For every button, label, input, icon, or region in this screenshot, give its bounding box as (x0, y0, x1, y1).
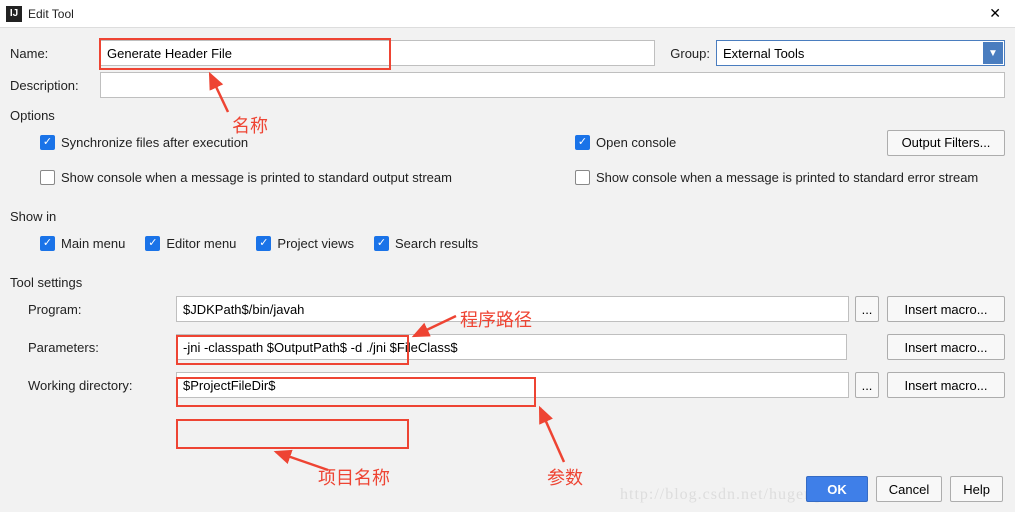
workdir-browse-button[interactable]: ... (855, 372, 879, 398)
program-insert-macro-button[interactable]: Insert macro... (887, 296, 1005, 322)
app-icon: IJ (6, 6, 22, 22)
editor-menu-label: Editor menu (166, 236, 236, 251)
main-menu-label: Main menu (61, 236, 125, 251)
name-input[interactable] (100, 40, 655, 66)
parameters-input[interactable] (176, 334, 847, 360)
tool-settings-title: Tool settings (10, 275, 1005, 290)
project-views-label: Project views (277, 236, 354, 251)
stderr-checkbox[interactable] (575, 170, 590, 185)
group-select[interactable] (716, 40, 1005, 66)
sync-checkbox[interactable] (40, 135, 55, 150)
stdout-checkbox[interactable] (40, 170, 55, 185)
workdir-insert-macro-button[interactable]: Insert macro... (887, 372, 1005, 398)
workdir-label: Working directory: (28, 378, 176, 393)
project-views-checkbox[interactable] (256, 236, 271, 251)
close-icon[interactable]: ✕ (981, 5, 1009, 22)
workdir-input[interactable] (176, 372, 849, 398)
cancel-button[interactable]: Cancel (876, 476, 942, 502)
stderr-label: Show console when a message is printed t… (596, 170, 978, 185)
main-menu-checkbox[interactable] (40, 236, 55, 251)
parameters-label: Parameters: (28, 340, 176, 355)
anno-program-path: 程序路径 (460, 306, 532, 332)
ok-button[interactable]: OK (806, 476, 868, 502)
search-results-label: Search results (395, 236, 478, 251)
titlebar: IJ Edit Tool ✕ (0, 0, 1015, 28)
highlight-workdir (176, 419, 409, 449)
anno-parameters: 参数 (547, 464, 583, 490)
description-label: Description: (10, 78, 100, 93)
program-browse-button[interactable]: ... (855, 296, 879, 322)
window-title: Edit Tool (28, 7, 981, 21)
output-filters-button[interactable]: Output Filters... (887, 130, 1005, 156)
showin-title: Show in (10, 209, 1005, 224)
chevron-down-icon[interactable]: ▼ (983, 42, 1003, 64)
options-title: Options (10, 108, 1005, 123)
help-button[interactable]: Help (950, 476, 1003, 502)
name-label: Name: (10, 46, 100, 61)
footer: OK Cancel Help (806, 476, 1003, 502)
open-console-checkbox[interactable] (575, 135, 590, 150)
parameters-insert-macro-button[interactable]: Insert macro... (887, 334, 1005, 360)
open-console-label: Open console (596, 135, 676, 150)
anno-name: 名称 (232, 112, 268, 138)
stdout-label: Show console when a message is printed t… (61, 170, 452, 185)
search-results-checkbox[interactable] (374, 236, 389, 251)
editor-menu-checkbox[interactable] (145, 236, 160, 251)
program-label: Program: (28, 302, 176, 317)
anno-project-name: 项目名称 (318, 464, 390, 490)
description-input[interactable] (100, 72, 1005, 98)
group-label: Group: (655, 46, 710, 61)
sync-label: Synchronize files after execution (61, 135, 248, 150)
